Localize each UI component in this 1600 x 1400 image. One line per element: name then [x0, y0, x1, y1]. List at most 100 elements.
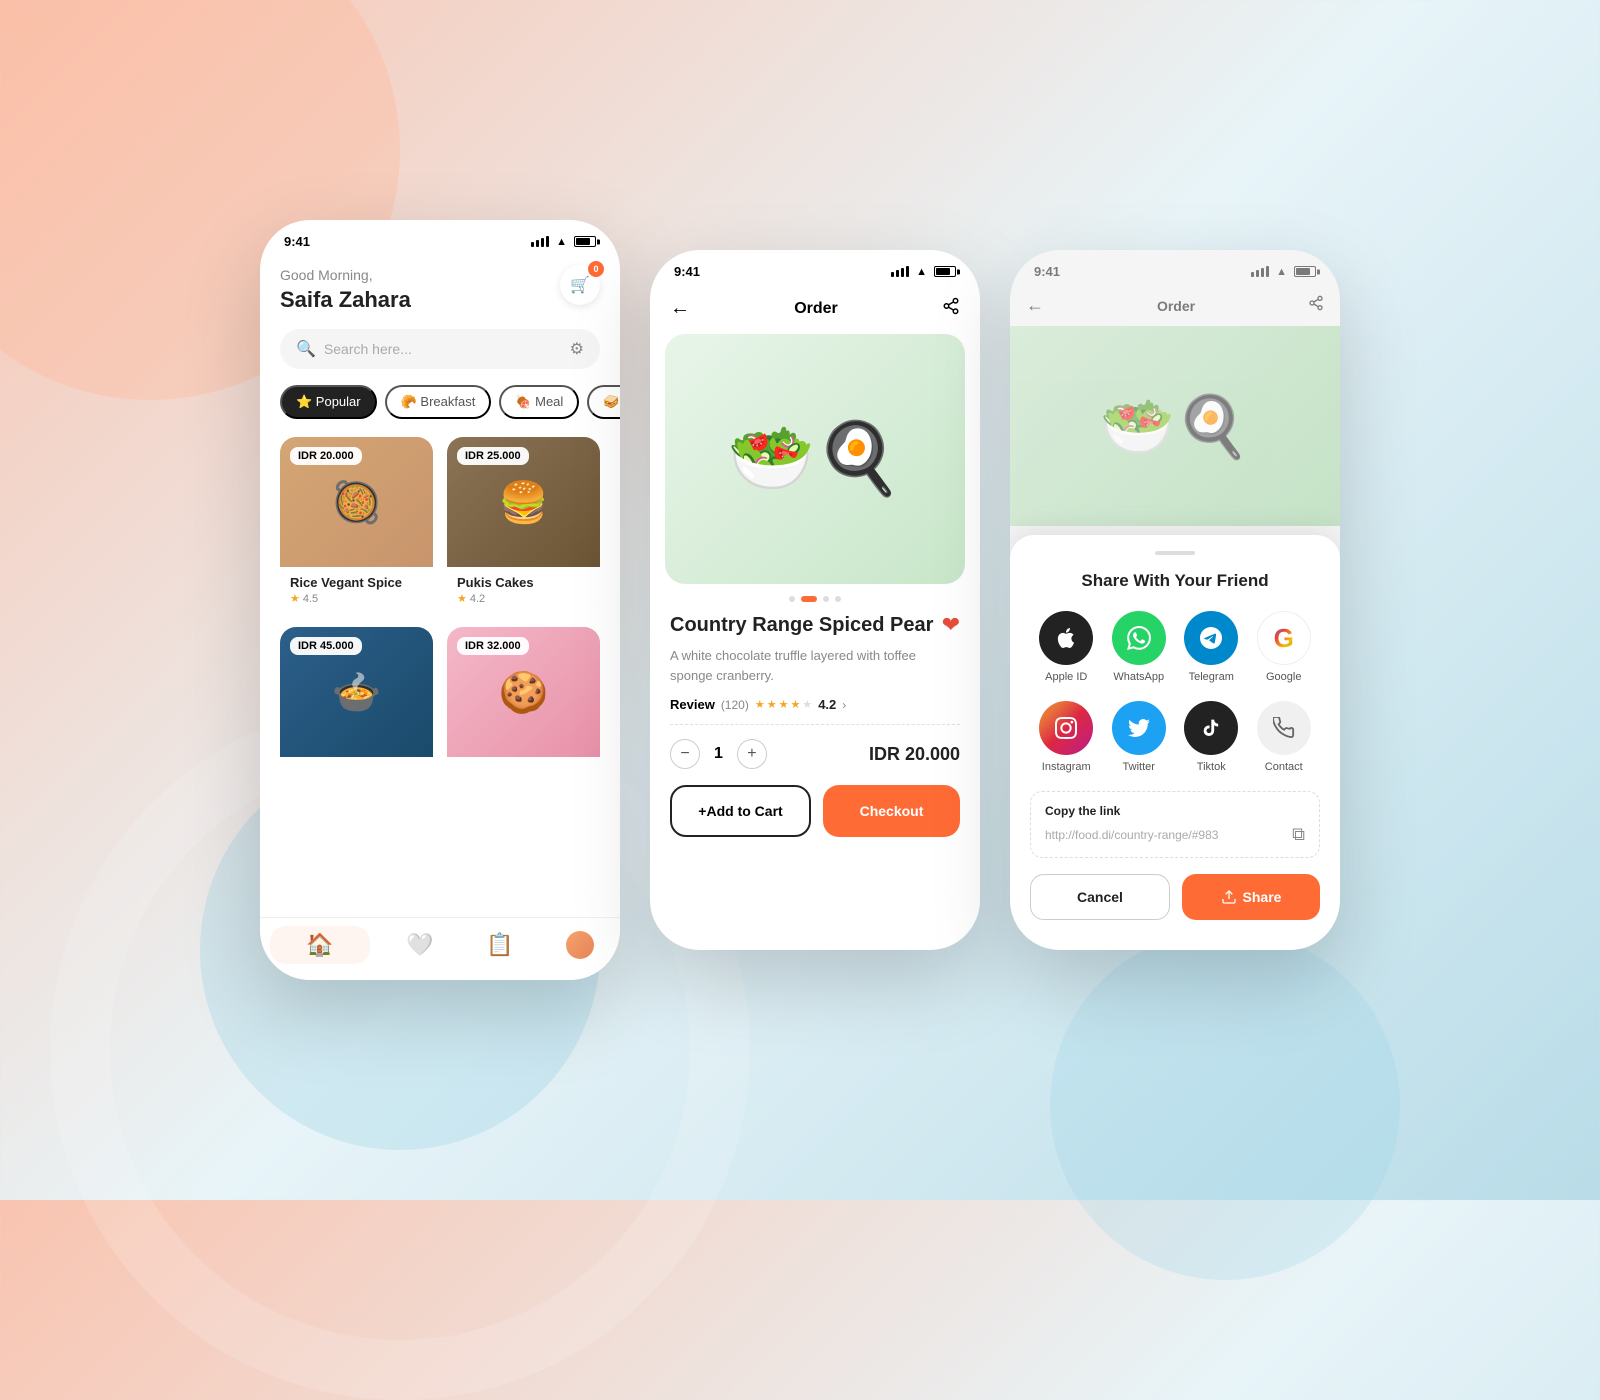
- share-tiktok[interactable]: Tiktok: [1184, 701, 1238, 773]
- star-5: ★: [802, 698, 812, 711]
- list-icon: 📋: [486, 932, 513, 958]
- avatar: [566, 931, 594, 959]
- share-twitter[interactable]: Twitter: [1112, 701, 1166, 773]
- decrease-quantity[interactable]: −: [670, 739, 700, 769]
- food-card-1[interactable]: 🥘 IDR 20.000 Rice Vegant Spice ★ 4.5: [280, 437, 433, 613]
- back-button[interactable]: ←: [670, 297, 690, 320]
- wifi-icon: ▲: [556, 236, 567, 248]
- food-bg-image: 🥗🍳: [1010, 326, 1340, 526]
- food-info-4: [447, 757, 600, 775]
- food-info-1: Rice Vegant Spice ★ 4.5: [280, 567, 433, 613]
- star-3: ★: [779, 698, 789, 711]
- share-button-3[interactable]: [1308, 295, 1324, 316]
- food-price-2: IDR 25.000: [457, 447, 529, 465]
- google-label: Google: [1266, 671, 1301, 683]
- image-dots: [650, 596, 980, 602]
- food-detail-name: Country Range Spiced Pear: [670, 614, 933, 637]
- share-icons-row-2: Instagram Twitter: [1030, 701, 1320, 773]
- twitter-label: Twitter: [1123, 761, 1155, 773]
- back-button-3[interactable]: ←: [1026, 295, 1044, 316]
- quantity-price-row: − 1 + IDR 20.000: [670, 739, 960, 769]
- salad-illustration: 🥗🍳: [665, 334, 965, 584]
- food-card-2[interactable]: 🍔 IDR 25.000 Pukis Cakes ★ 4.2: [447, 437, 600, 613]
- signal-icon-2: [891, 266, 909, 277]
- add-to-cart-button[interactable]: +Add to Cart: [670, 785, 811, 837]
- share-apple[interactable]: Apple ID: [1039, 611, 1093, 683]
- nav-orders[interactable]: 📋: [460, 930, 540, 960]
- share-telegram[interactable]: Telegram: [1184, 611, 1238, 683]
- apple-label: Apple ID: [1045, 671, 1087, 683]
- rating-value-1: 4.5: [303, 593, 318, 605]
- food-detail-image: 🥗🍳: [665, 334, 965, 584]
- status-bar-2: 9:41 ▲: [650, 250, 980, 287]
- order-title-3: Order: [1157, 298, 1195, 314]
- share-whatsapp[interactable]: WhatsApp: [1112, 611, 1166, 683]
- battery-icon-3: [1294, 266, 1316, 277]
- star-icon: ★: [290, 592, 300, 605]
- wifi-icon-3: ▲: [1276, 266, 1287, 278]
- sheet-handle: [1155, 551, 1195, 555]
- filter-icon[interactable]: ⚙: [570, 339, 584, 359]
- rating-value-2: 4.2: [470, 593, 485, 605]
- share-instagram[interactable]: Instagram: [1039, 701, 1093, 773]
- food-card-4[interactable]: 🍪 IDR 32.000: [447, 627, 600, 775]
- status-time-3: 9:41: [1034, 264, 1060, 279]
- status-icons-2: ▲: [891, 266, 956, 278]
- cat-meal[interactable]: 🍖 Meal: [499, 385, 579, 419]
- food-name-1: Rice Vegant Spice: [290, 575, 423, 590]
- star-4: ★: [790, 698, 800, 711]
- search-placeholder: Search here...: [324, 341, 562, 357]
- home-header: Good Morning, Saifa Zahara 🛒 0: [280, 257, 600, 313]
- order-header: ← Order: [650, 287, 980, 334]
- food-grid: 🥘 IDR 20.000 Rice Vegant Spice ★ 4.5 🍔 I…: [280, 437, 600, 775]
- quantity-value: 1: [714, 745, 723, 763]
- copy-link-label: Copy the link: [1045, 804, 1305, 818]
- food-price-3: IDR 45.000: [290, 637, 362, 655]
- food-description: A white chocolate truffle layered with t…: [670, 646, 960, 685]
- dot-3[interactable]: [823, 596, 829, 602]
- dot-4[interactable]: [835, 596, 841, 602]
- dot-2[interactable]: [801, 596, 817, 602]
- increase-quantity[interactable]: +: [737, 739, 767, 769]
- share-contact[interactable]: Contact: [1257, 701, 1311, 773]
- food-price-4: IDR 32.000: [457, 637, 529, 655]
- food-card-3[interactable]: 🍲 IDR 45.000: [280, 627, 433, 775]
- dot-1[interactable]: [789, 596, 795, 602]
- apple-icon: [1039, 611, 1093, 665]
- nav-profile[interactable]: [540, 930, 620, 960]
- whatsapp-icon: [1112, 611, 1166, 665]
- username-text: Saifa Zahara: [280, 287, 411, 313]
- phones-container: 9:41 ▲ Good Morning, Saifa Zahara: [260, 220, 1340, 980]
- share-button[interactable]: [942, 297, 960, 320]
- status-time-1: 9:41: [284, 234, 310, 249]
- copy-icon[interactable]: ⧉: [1292, 824, 1305, 845]
- whatsapp-label: WhatsApp: [1113, 671, 1164, 683]
- twitter-icon: [1112, 701, 1166, 755]
- share-google[interactable]: G Google: [1257, 611, 1311, 683]
- share-final-button[interactable]: Share: [1182, 874, 1320, 920]
- link-url: http://food.di/country-range/#983: [1045, 828, 1284, 842]
- favorite-button[interactable]: ❤: [942, 612, 960, 638]
- cart-badge: 0: [588, 261, 604, 277]
- nav-home[interactable]: 🏠: [270, 926, 370, 964]
- battery-icon: [574, 236, 596, 247]
- phone-home: 9:41 ▲ Good Morning, Saifa Zahara: [260, 220, 620, 980]
- review-score: 4.2: [818, 697, 836, 712]
- cat-snack[interactable]: 🥪 Snack: [587, 385, 620, 419]
- status-bar-3: 9:41 ▲: [1010, 250, 1340, 287]
- checkout-button[interactable]: Checkout: [823, 785, 960, 837]
- chevron-right-icon: ›: [842, 698, 846, 712]
- food-name-2: Pukis Cakes: [457, 575, 590, 590]
- nav-favorites[interactable]: 🤍: [380, 930, 460, 960]
- share-title: Share With Your Friend: [1030, 571, 1320, 591]
- telegram-label: Telegram: [1189, 671, 1234, 683]
- cancel-button[interactable]: Cancel: [1030, 874, 1170, 920]
- phone1-content: Good Morning, Saifa Zahara 🛒 0 🔍 Search …: [260, 257, 620, 775]
- share-sheet: Share With Your Friend Apple ID: [1010, 535, 1340, 950]
- star-icon-2: ★: [457, 592, 467, 605]
- search-bar[interactable]: 🔍 Search here... ⚙: [280, 329, 600, 369]
- cat-popular[interactable]: ⭐ Popular: [280, 385, 377, 419]
- cart-button[interactable]: 🛒 0: [560, 265, 600, 305]
- food-detail-header: Country Range Spiced Pear ❤: [670, 612, 960, 638]
- cat-breakfast[interactable]: 🥐 Breakfast: [385, 385, 492, 419]
